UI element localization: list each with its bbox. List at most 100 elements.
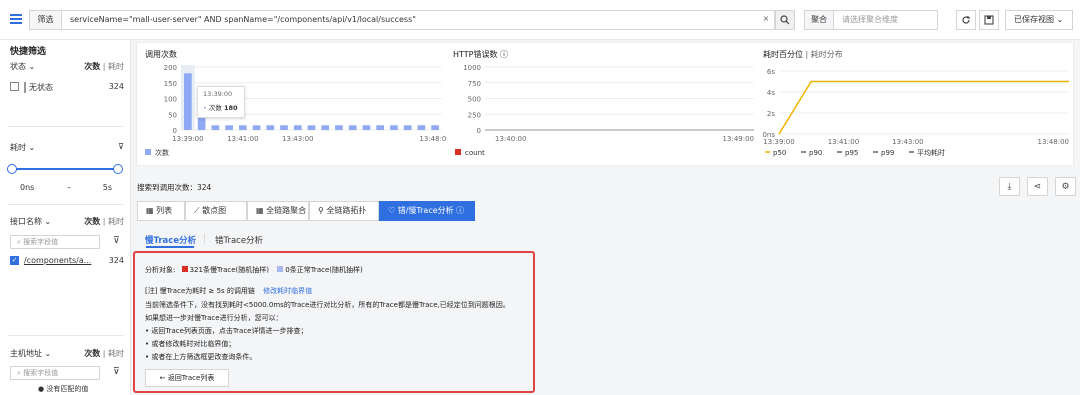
bar bbox=[321, 125, 330, 130]
y-tick-label: 0 bbox=[173, 127, 177, 135]
y-tick-label: 750 bbox=[468, 80, 481, 88]
query-input[interactable]: serviceName="mall-user-server" AND spanN… bbox=[61, 10, 775, 30]
status-item-none[interactable]: 无状态 324 bbox=[24, 82, 124, 94]
bar bbox=[280, 125, 288, 130]
status-item-label: 无状态 bbox=[24, 82, 53, 93]
bar bbox=[403, 125, 412, 130]
analysis-line-1: 当前筛选条件下，没有找到耗时<5000.0ms的Trace进行对比分析，所有的T… bbox=[145, 301, 510, 309]
duration-dash: – bbox=[67, 183, 71, 192]
aggregate-select[interactable]: 请选择聚合维度 bbox=[834, 10, 938, 30]
share-button[interactable]: ⋖ bbox=[1027, 177, 1048, 196]
analysis-target: 分析对象: 321条慢Trace(随机抽样) 0条正常Trace(随机抽样) bbox=[145, 266, 363, 274]
list-icon: ▦ bbox=[146, 206, 154, 215]
endpoint-item[interactable]: /components/a... 324 bbox=[24, 256, 124, 268]
divider bbox=[8, 204, 124, 205]
clear-filter-icon[interactable]: ⊽ bbox=[113, 367, 120, 377]
bar bbox=[197, 118, 206, 130]
host-sort[interactable]: 次数 | 耗时 bbox=[84, 348, 124, 359]
calls-chart: 0 50 100 150 200 13:39:00 13:41:00 13:43:00 13:4… bbox=[145, 64, 447, 157]
tab-slow-error-analysis[interactable]: ♡ 错/慢Trace分析 ⓘ bbox=[379, 201, 475, 221]
endpoint-filter-header[interactable]: 接口名称 ⌄ 次数 | 耗时 bbox=[10, 216, 124, 228]
heart-icon: ♡ bbox=[388, 206, 396, 215]
x-tick-label: 13:41:00 bbox=[227, 135, 258, 143]
host-search-input[interactable]: ⌕ 搜索字段值 bbox=[10, 366, 100, 380]
chart-tooltip: 13:39:00 • 次数 180 bbox=[197, 86, 245, 118]
bar bbox=[293, 125, 302, 130]
y-tick-label: 250 bbox=[468, 111, 481, 119]
y-tick-label: 150 bbox=[164, 80, 177, 88]
bar bbox=[211, 125, 220, 130]
clear-icon[interactable]: × bbox=[757, 10, 775, 30]
no-match-message: ● 没有匹配的值 bbox=[38, 385, 89, 393]
x-tick-label: 13:39:00 bbox=[172, 135, 203, 143]
bar bbox=[335, 125, 343, 130]
refresh-button[interactable] bbox=[956, 10, 976, 30]
bar bbox=[417, 125, 426, 130]
charts-panel: 调用次数 HTTP错误数 ⓘ 耗时百分位 | 耗时分布 0 50 100 150 200… bbox=[136, 42, 1074, 166]
bar bbox=[362, 125, 371, 130]
status-sort[interactable]: 次数 | 耗时 bbox=[84, 61, 124, 72]
back-to-trace-list-button[interactable]: ← 返回Trace列表 bbox=[145, 369, 229, 387]
refresh-icon bbox=[962, 16, 970, 24]
download-button[interactable]: ⤓ bbox=[999, 177, 1020, 196]
duration-filter-label[interactable]: 耗时 ⌄ bbox=[10, 142, 35, 153]
bar bbox=[184, 73, 192, 130]
duration-slider-track[interactable] bbox=[12, 168, 118, 170]
save-icon bbox=[984, 15, 994, 25]
endpoint-search-input[interactable]: ⌕ 搜索字段值 bbox=[10, 235, 100, 249]
bar bbox=[252, 125, 261, 130]
duration-min: 0ns bbox=[20, 183, 35, 192]
y-tick-label: 6s bbox=[767, 68, 775, 76]
modify-threshold-link[interactable]: 修改耗时临界值 bbox=[263, 287, 312, 295]
status-filter-label[interactable]: 状态 ⌄ bbox=[10, 61, 35, 72]
subtab-slow-trace[interactable]: 慢Trace分析 bbox=[145, 234, 196, 246]
legend-swatch bbox=[145, 149, 151, 155]
x-tick-label: 13:39:00 bbox=[763, 138, 794, 146]
tab-scatter[interactable]: ⟋ 散点图 bbox=[185, 201, 247, 221]
divider bbox=[8, 335, 124, 336]
tooltip-time: 13:39:00 bbox=[203, 90, 233, 98]
settings-button[interactable]: ⚙ bbox=[1055, 177, 1076, 196]
scatter-icon: ⟋ bbox=[194, 206, 200, 215]
y-tick-label: 2s bbox=[767, 110, 775, 118]
x-tick-label: 13:41:00 bbox=[828, 138, 859, 146]
tab-trace-topology[interactable]: ⚲ 全链路拓扑 bbox=[309, 201, 379, 221]
x-tick-label: 13:43:00 bbox=[892, 138, 923, 146]
legend-swatch bbox=[455, 149, 461, 155]
tooltip-row: • 次数 180 bbox=[203, 104, 238, 112]
x-tick-label: 13:43:00 bbox=[282, 135, 313, 143]
clear-filter-icon[interactable]: ⊽ bbox=[118, 142, 124, 151]
host-filter-label[interactable]: 主机地址 ⌄ bbox=[10, 348, 51, 359]
search-button[interactable] bbox=[775, 10, 795, 30]
endpoint-item-checkbox[interactable]: ✓ bbox=[10, 256, 19, 265]
endpoint-sort[interactable]: 次数 | 耗时 bbox=[84, 216, 124, 227]
divider bbox=[8, 126, 124, 127]
menu-icon[interactable] bbox=[10, 14, 22, 24]
endpoint-filter-label[interactable]: 接口名称 ⌄ bbox=[10, 216, 51, 227]
duration-filter-header[interactable]: 耗时 ⌄ ⊽ bbox=[10, 142, 124, 154]
tab-trace-aggregate[interactable]: ▦ 全链路聚合 bbox=[247, 201, 309, 221]
aggregate-icon: ▦ bbox=[256, 206, 264, 215]
bar bbox=[225, 125, 233, 130]
save-view-button[interactable] bbox=[979, 10, 999, 30]
download-icon: ⤓ bbox=[1007, 182, 1012, 192]
bar bbox=[348, 125, 357, 130]
tab-list[interactable]: ▦ 列表 bbox=[137, 201, 185, 221]
clear-filter-icon[interactable]: ⊽ bbox=[113, 236, 120, 246]
analysis-line-2: 如果想进一步对慢Trace进行分析，您可以： bbox=[145, 314, 283, 322]
search-icon bbox=[780, 15, 790, 25]
status-none-checkbox[interactable] bbox=[10, 82, 19, 91]
status-filter-header[interactable]: 状态 ⌄ 次数 | 耗时 bbox=[10, 61, 124, 73]
x-tick-label: 13:49:00 bbox=[723, 135, 754, 143]
legend-label: 次数 bbox=[155, 148, 169, 157]
host-filter-header[interactable]: 主机地址 ⌄ 次数 | 耗时 bbox=[10, 348, 124, 360]
legend-label: p50 bbox=[773, 149, 786, 157]
y-tick-label: 50 bbox=[168, 111, 177, 119]
saved-views-dropdown[interactable]: 已保存视图 ⌄ bbox=[1005, 10, 1073, 30]
duration-max: 5s bbox=[102, 183, 112, 192]
duration-slider-min-handle[interactable] bbox=[7, 164, 17, 174]
duration-slider-max-handle[interactable] bbox=[113, 164, 123, 174]
topology-icon: ⚲ bbox=[318, 206, 324, 215]
subtab-error-trace[interactable]: 错Trace分析 bbox=[215, 234, 263, 246]
bar bbox=[431, 125, 439, 130]
